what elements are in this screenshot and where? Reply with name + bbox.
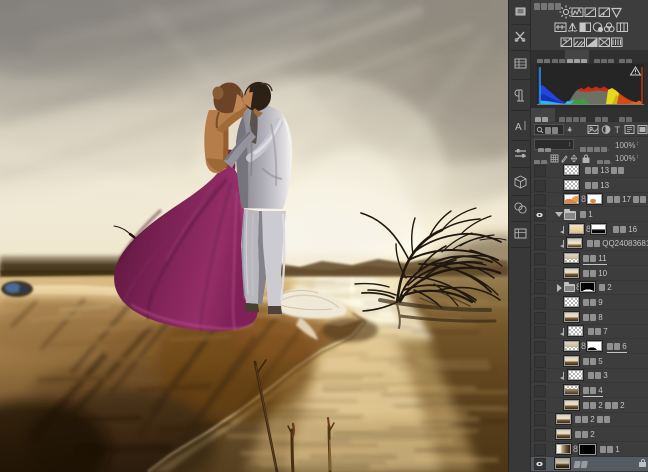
svg-text:A: A: [515, 122, 522, 133]
svg-text:T: T: [615, 125, 621, 135]
